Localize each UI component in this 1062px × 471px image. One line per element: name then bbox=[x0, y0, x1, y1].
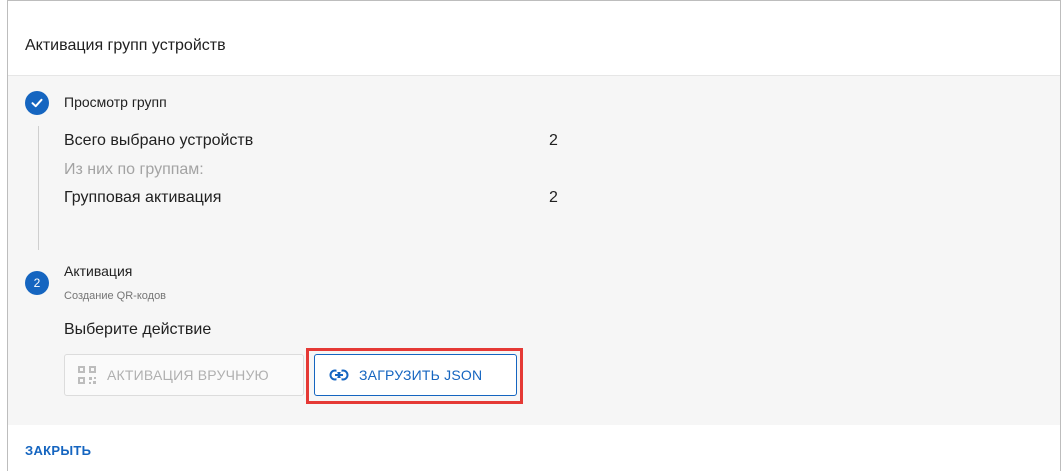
upload-json-label: ЗАГРУЗИТЬ JSON bbox=[359, 367, 483, 383]
manual-activation-label: АКТИВАЦИЯ ВРУЧНУЮ bbox=[107, 367, 269, 383]
by-groups-label: Из них по группам: bbox=[64, 161, 204, 178]
total-devices-label: Всего выбрано устройств bbox=[64, 132, 254, 149]
manual-activation-button[interactable]: АКТИВАЦИЯ ВРУЧНУЮ bbox=[64, 354, 304, 396]
group-activation-label: Групповая активация bbox=[64, 189, 222, 206]
stepper-content: Просмотр групп Всего выбрано устройств 2… bbox=[8, 76, 1060, 425]
choose-action-label: Выберите действие bbox=[64, 321, 212, 338]
activation-dialog: Активация групп устройств Просмотр групп… bbox=[7, 0, 1061, 471]
upload-json-button[interactable]: ЗАГРУЗИТЬ JSON bbox=[314, 354, 517, 396]
step2-label: Активация bbox=[64, 263, 133, 279]
step2-sublabel: Создание QR-кодов bbox=[64, 290, 167, 302]
total-devices-value: 2 bbox=[549, 132, 558, 149]
group-activation-row: Групповая активация 2 bbox=[64, 189, 558, 207]
total-devices-row: Всего выбрано устройств 2 bbox=[64, 132, 558, 150]
dialog-title: Активация групп устройств bbox=[25, 37, 226, 54]
step1-label: Просмотр групп bbox=[64, 94, 167, 110]
step1-check-icon bbox=[25, 91, 49, 115]
step2-number-icon: 2 bbox=[25, 271, 49, 295]
close-button[interactable]: ЗАКРЫТЬ bbox=[25, 443, 91, 458]
step-connector-line bbox=[38, 126, 39, 250]
qr-code-icon bbox=[78, 366, 96, 384]
link-icon bbox=[329, 369, 349, 381]
by-groups-row: Из них по группам: bbox=[64, 161, 204, 179]
group-activation-value: 2 bbox=[549, 189, 558, 206]
